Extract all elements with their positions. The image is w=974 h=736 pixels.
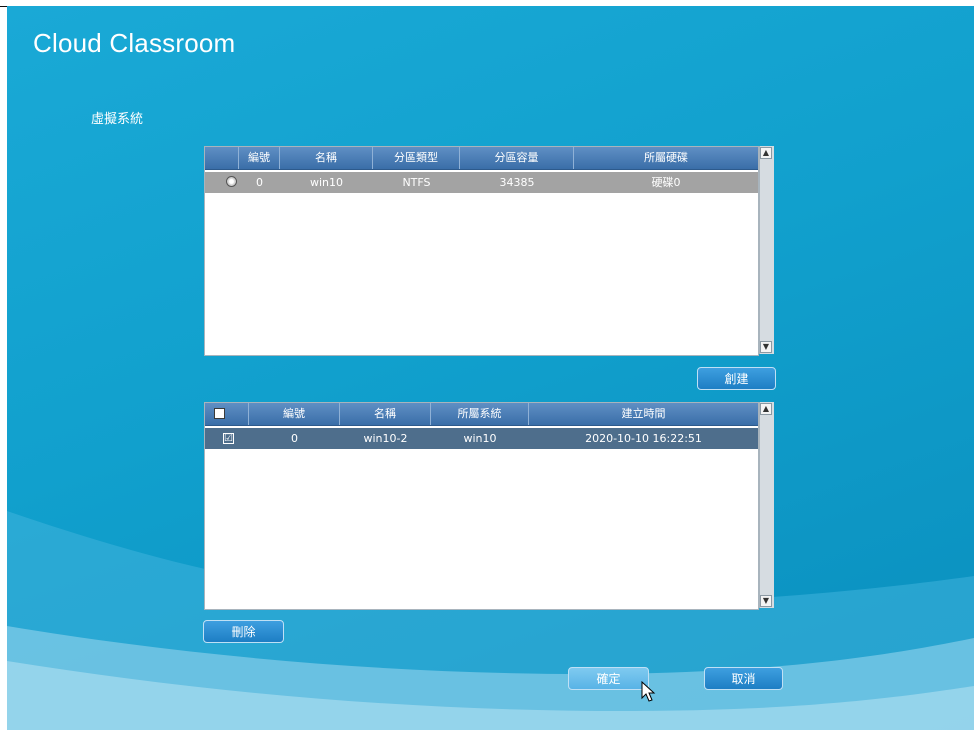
section-title: 虛擬系統: [91, 112, 144, 127]
cell-capacity: 34385: [499, 176, 535, 189]
create-button[interactable]: 創建: [697, 367, 776, 390]
delete-button[interactable]: 刪除: [203, 620, 284, 643]
partition-table-header: 編號 名稱 分區類型 分區容量 所屬硬碟: [205, 147, 758, 170]
cell-id: 0: [256, 176, 263, 189]
header-disk[interactable]: 所屬硬碟: [574, 147, 758, 169]
cell-system: win10: [463, 432, 497, 445]
cell-type: NTFS: [402, 176, 431, 189]
cell-disk: 硬碟0: [651, 176, 681, 189]
app-title: Cloud Classroom: [33, 28, 236, 58]
background-waves: [7, 511, 974, 730]
cell-name: win10-2: [363, 432, 408, 445]
header-capacity[interactable]: 分區容量: [460, 147, 574, 169]
header-id[interactable]: 編號: [249, 403, 340, 425]
header-radio-col: [205, 147, 239, 169]
header-name[interactable]: 名稱: [280, 147, 373, 169]
cell-created: 2020-10-10 16:22:51: [585, 432, 702, 445]
scroll-down-icon[interactable]: ▼: [760, 341, 772, 353]
table-row[interactable]: 0 win10 NTFS 34385 硬碟0: [205, 172, 758, 193]
app-screen: Cloud Classroom 虛擬系統 編號 名稱 分區類型 分區容量 所屬硬…: [7, 6, 974, 730]
cell-name: win10: [309, 176, 344, 189]
partition-table: 編號 名稱 分區類型 分區容量 所屬硬碟 0 win10 NTFS 34385 …: [204, 146, 759, 356]
checkbox-icon[interactable]: [214, 408, 225, 419]
header-system[interactable]: 所屬系統: [431, 403, 529, 425]
partition-scrollbar[interactable]: ▲ ▼: [759, 146, 774, 354]
header-check-col: [205, 403, 249, 425]
scroll-up-icon[interactable]: ▲: [760, 147, 772, 159]
confirm-button[interactable]: 確定: [568, 667, 649, 690]
system-table: 編號 名稱 所屬系統 建立時間 ☑ 0 win10-2 win10 2020-1…: [204, 402, 759, 610]
cell-id: 0: [291, 432, 298, 445]
system-table-header: 編號 名稱 所屬系統 建立時間: [205, 403, 758, 426]
header-name[interactable]: 名稱: [340, 403, 431, 425]
table-row[interactable]: ☑ 0 win10-2 win10 2020-10-10 16:22:51: [205, 428, 758, 449]
radio-icon[interactable]: [226, 176, 237, 187]
scroll-up-icon[interactable]: ▲: [760, 403, 772, 415]
cancel-button[interactable]: 取消: [704, 667, 783, 690]
scroll-down-icon[interactable]: ▼: [760, 595, 772, 607]
header-created[interactable]: 建立時間: [529, 403, 758, 425]
mouse-cursor-icon: [641, 681, 656, 702]
system-scrollbar[interactable]: ▲ ▼: [759, 402, 774, 608]
checkbox-icon[interactable]: ☑: [223, 433, 234, 444]
header-id[interactable]: 編號: [239, 147, 280, 169]
header-type[interactable]: 分區類型: [373, 147, 460, 169]
